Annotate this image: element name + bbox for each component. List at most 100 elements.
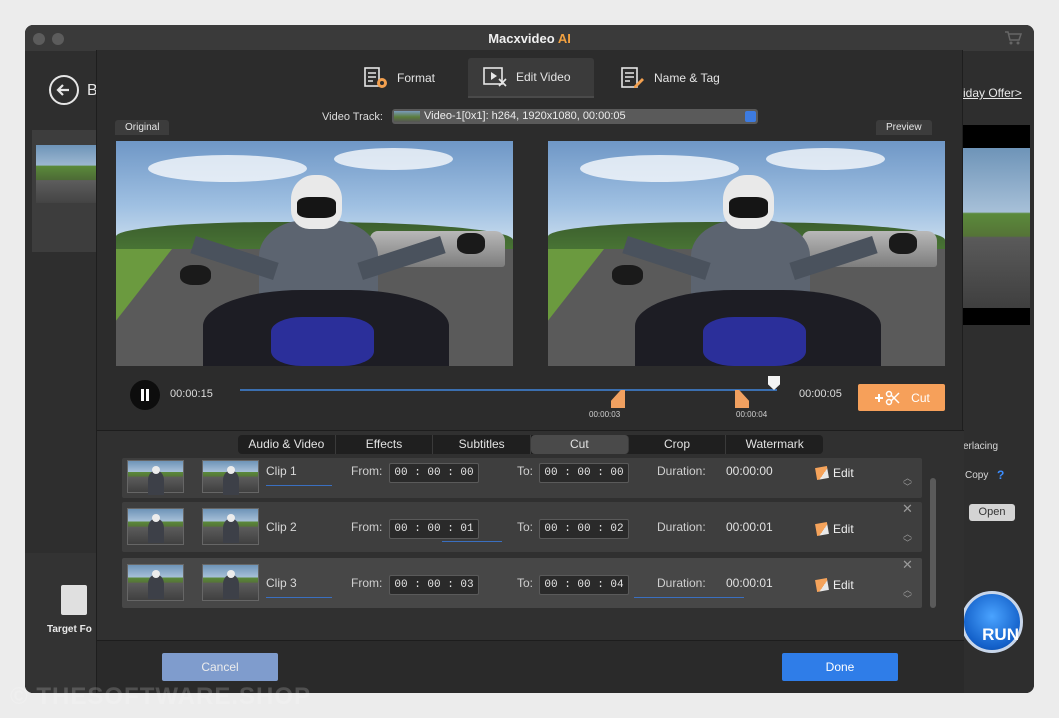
reorder-arrows-icon[interactable]: ︿ ﹀ xyxy=(903,586,912,604)
edit-label: Edit xyxy=(833,578,854,592)
tab-name-tag[interactable]: Name & Tag xyxy=(606,58,734,98)
subtab-effects[interactable]: Effects xyxy=(336,435,434,454)
clip-list-scrollbar[interactable] xyxy=(930,478,936,608)
clip-label: Clip 3 xyxy=(266,576,297,590)
clip-underline xyxy=(266,597,332,598)
preview-video-frame xyxy=(548,141,945,366)
back-button[interactable] xyxy=(49,75,79,105)
edit-clip-button[interactable]: Edit xyxy=(815,522,854,536)
clip-underline xyxy=(634,597,744,598)
deinterlacing-label: erlacing xyxy=(963,441,999,452)
edit-label: Edit xyxy=(833,466,854,480)
from-time-field[interactable]: 00 : 00 : 00 xyxy=(389,463,479,483)
edit-clip-button[interactable]: Edit xyxy=(815,578,854,592)
clip-underline xyxy=(442,541,502,542)
from-time-field[interactable]: 00 : 00 : 01 xyxy=(389,519,479,539)
tab-name-tag-label: Name & Tag xyxy=(654,71,720,85)
cut-start-time: 00:00:03 xyxy=(589,410,621,419)
duration-label: Duration: xyxy=(657,576,706,590)
subtab-cut[interactable]: Cut xyxy=(531,435,629,454)
tab-edit-video[interactable]: Edit Video xyxy=(468,58,594,98)
from-label: From: xyxy=(351,576,383,590)
clip-end-thumbnail xyxy=(202,508,259,545)
background-preview-image xyxy=(963,148,1030,308)
edit-clip-button[interactable]: Edit xyxy=(815,466,854,480)
pencil-icon xyxy=(815,522,829,536)
to-time-field[interactable]: 00 : 00 : 00 xyxy=(539,463,629,483)
end-time: 00:00:05 xyxy=(799,388,842,400)
cut-end-time: 00:00:04 xyxy=(736,410,768,419)
clip-start-thumbnail xyxy=(127,460,184,495)
clip-end-thumbnail xyxy=(202,460,259,495)
holiday-offer-link[interactable]: iday Offer> xyxy=(963,86,1022,100)
clip-start-thumbnail xyxy=(127,508,184,545)
clip-label: Clip 2 xyxy=(266,520,297,534)
original-label: Original xyxy=(115,120,170,135)
target-format-label: Target Fo xyxy=(47,624,92,635)
duration-value: 00:00:01 xyxy=(726,576,773,590)
duration-value: 00:00:00 xyxy=(726,464,773,478)
back-arrow-icon xyxy=(56,84,69,96)
edit-dialog: Format Edit Video Name & Tag Video Track… xyxy=(96,50,964,693)
cut-button[interactable]: Cut xyxy=(858,384,945,411)
current-time: 00:00:15 xyxy=(170,388,213,400)
add-scissors-icon xyxy=(875,390,900,405)
to-time-field[interactable]: 00 : 00 : 02 xyxy=(539,519,629,539)
pencil-icon xyxy=(815,466,829,480)
subtab-bar: Audio & Video Effects Subtitles Cut Crop… xyxy=(238,435,823,454)
from-time-field[interactable]: 00 : 00 : 03 xyxy=(389,575,479,595)
name-tag-icon xyxy=(620,66,646,90)
video-track-label: Video Track: xyxy=(322,111,383,123)
seek-handle[interactable] xyxy=(768,376,780,390)
watermark: © THESOFTWARE.SHOP xyxy=(10,683,312,710)
to-label: To: xyxy=(517,464,534,478)
cut-end-marker[interactable] xyxy=(735,390,749,408)
duration-label: Duration: xyxy=(657,464,706,478)
remove-clip-icon[interactable]: ✕ xyxy=(902,501,913,517)
to-label: To: xyxy=(517,520,534,534)
video-track-thumbnail xyxy=(394,111,420,122)
select-arrows-icon[interactable] xyxy=(745,111,756,122)
seek-bar[interactable] xyxy=(240,389,777,391)
tab-format-label: Format xyxy=(397,71,436,85)
format-gear-icon xyxy=(363,66,389,90)
background-video-thumbnail xyxy=(36,145,96,203)
open-button[interactable]: Open xyxy=(969,504,1015,521)
pause-button[interactable] xyxy=(130,380,160,410)
app-title: Macxvideo AI xyxy=(488,31,571,46)
copy-label: Copy xyxy=(965,470,989,481)
run-label: RUN xyxy=(982,625,1019,644)
tab-format[interactable]: Format xyxy=(349,58,449,98)
duration-label: Duration: xyxy=(657,520,706,534)
to-time-field[interactable]: 00 : 00 : 04 xyxy=(539,575,629,595)
from-label: From: xyxy=(351,464,383,478)
from-label: From: xyxy=(351,520,383,534)
title-bar: Macxvideo AI xyxy=(25,25,1034,51)
cut-start-marker[interactable] xyxy=(611,390,625,408)
help-icon[interactable]: ? xyxy=(997,468,1004,482)
edit-video-icon xyxy=(482,65,508,89)
edit-label: Edit xyxy=(833,522,854,536)
video-track-select[interactable]: Video-1[0x1]: h264, 1920x1080, 00:00:05 xyxy=(392,109,758,124)
duration-value: 00:00:01 xyxy=(726,520,773,534)
to-label: To: xyxy=(517,576,534,590)
clip-start-thumbnail xyxy=(127,564,184,601)
subtab-crop[interactable]: Crop xyxy=(629,435,727,454)
preview-label: Preview xyxy=(876,120,932,135)
cart-icon[interactable] xyxy=(1004,30,1022,46)
tab-edit-video-label: Edit Video xyxy=(516,70,571,84)
reorder-arrows-icon[interactable]: ︿ ﹀ xyxy=(903,530,912,548)
clip-end-thumbnail xyxy=(202,564,259,601)
done-button[interactable]: Done xyxy=(782,653,898,681)
clip-underline xyxy=(266,485,332,486)
reorder-arrows-icon[interactable]: ︿ ﹀ xyxy=(903,474,912,492)
pencil-icon xyxy=(815,578,829,592)
subtab-watermark[interactable]: Watermark xyxy=(726,435,823,454)
subtab-subtitles[interactable]: Subtitles xyxy=(433,435,532,454)
target-format-icon[interactable] xyxy=(61,585,87,615)
remove-clip-icon[interactable]: ✕ xyxy=(902,557,913,573)
subtab-audio-video[interactable]: Audio & Video xyxy=(238,435,336,454)
original-video-frame xyxy=(116,141,513,366)
cancel-button[interactable]: Cancel xyxy=(162,653,278,681)
clip-label: Clip 1 xyxy=(266,464,297,478)
